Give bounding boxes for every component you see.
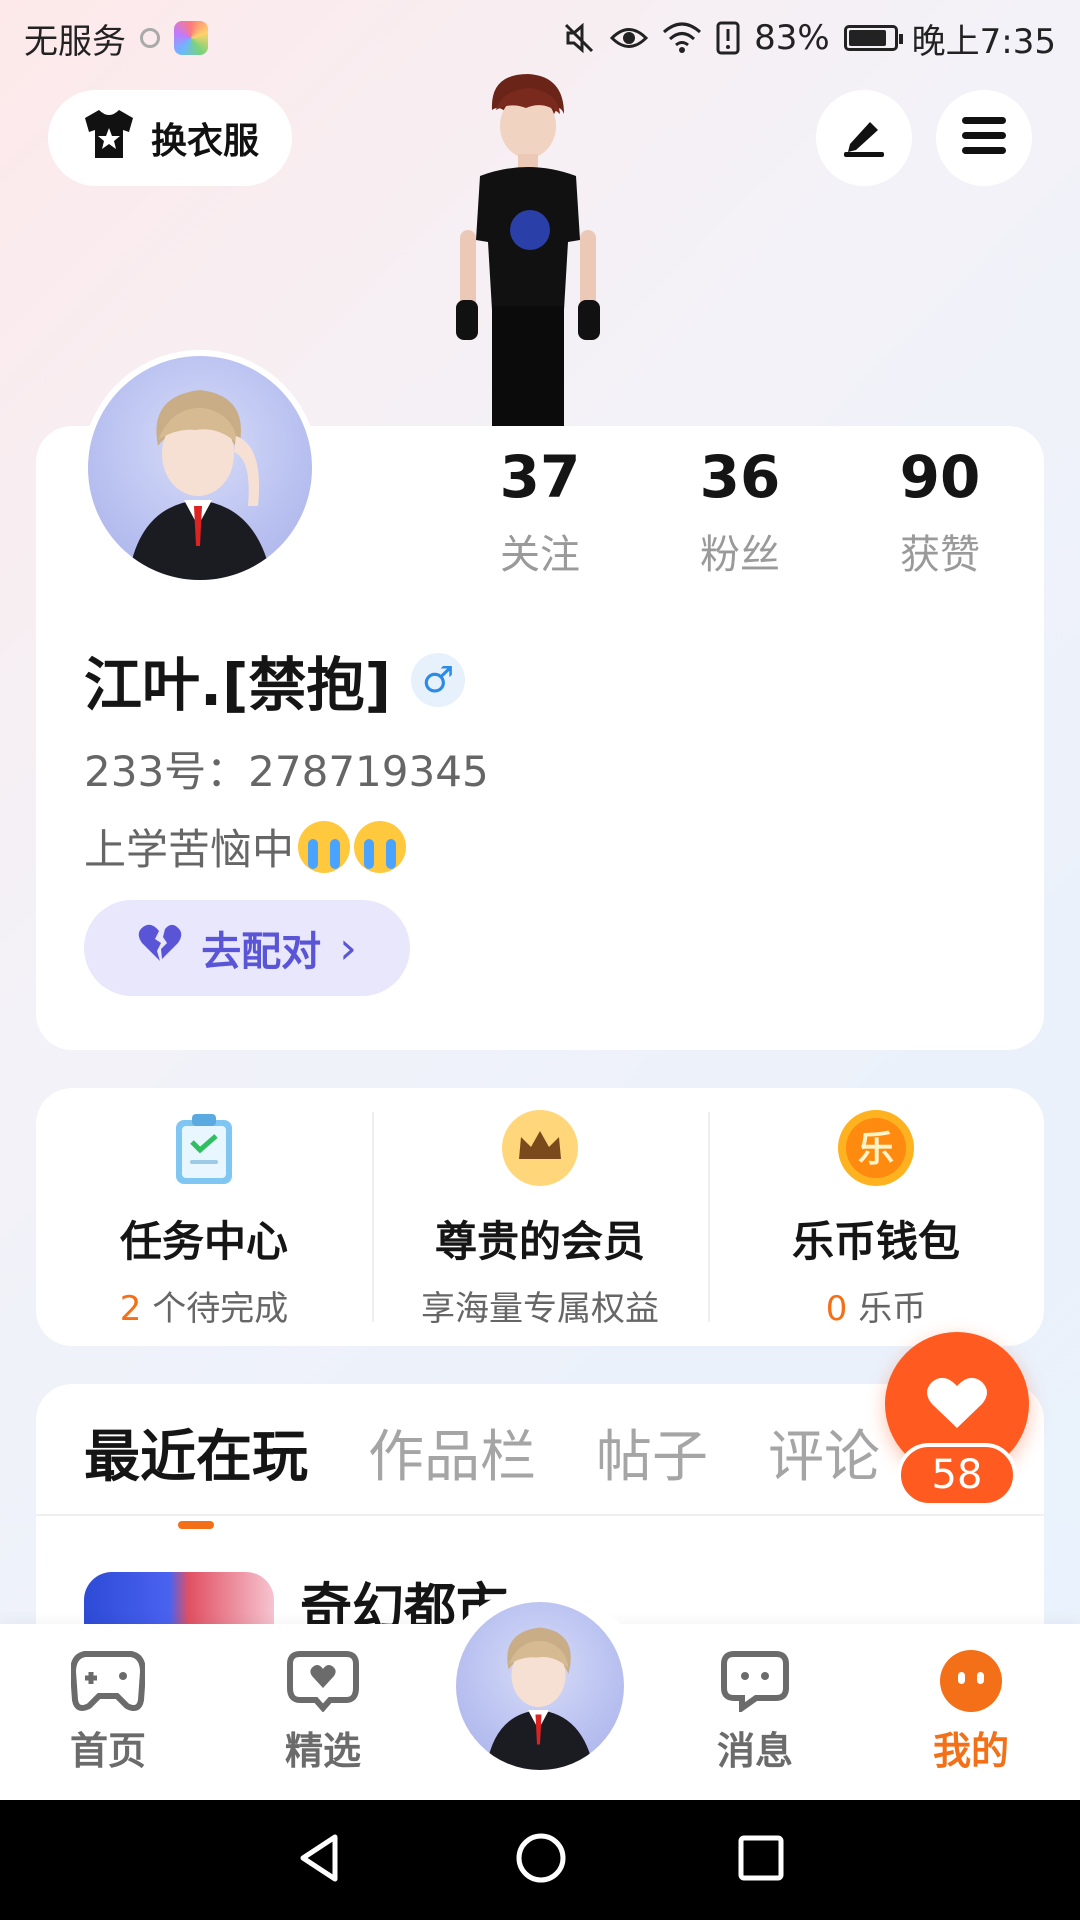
gamepad-icon (69, 1650, 147, 1716)
nav-label: 精选 (284, 1729, 361, 1773)
coin-balance: 0 (825, 1289, 848, 1329)
battery-percent: 83% (754, 18, 830, 58)
task-center-entry[interactable]: 任务中心 2 个待完成 (36, 1088, 372, 1346)
nav-center-avatar[interactable] (456, 1602, 624, 1770)
nav-label: 首页 (69, 1729, 146, 1773)
nav-label: 消息 (716, 1729, 793, 1773)
crown-icon (500, 1108, 580, 1188)
face-icon (938, 1650, 1004, 1716)
username: 江叶.[禁抱] (84, 651, 392, 719)
back-icon[interactable] (295, 1833, 345, 1887)
battery-icon (843, 25, 903, 51)
service-subtitle-text: 乐币 (847, 1289, 927, 1329)
clipboard-check-icon (164, 1108, 244, 1188)
active-tab-indicator (178, 1520, 214, 1529)
pen-icon (840, 114, 888, 162)
tab-divider (36, 1514, 1044, 1516)
stat-label: 获赞 (900, 532, 980, 578)
clock: 晚上7:35 (911, 21, 1056, 62)
eye-icon (610, 23, 649, 53)
username-row: 江叶.[禁抱] ♂ (84, 638, 466, 722)
go-match-button[interactable]: 去配对 › (84, 900, 410, 996)
avatar-3d-figure[interactable] (440, 70, 620, 426)
nav-home[interactable]: 首页 (33, 1650, 183, 1775)
service-title: 尊贵的会员 (434, 1217, 645, 1266)
heart-chat-icon (286, 1650, 360, 1716)
service-subtitle: 0 乐币 (826, 1281, 926, 1330)
chevron-right-icon: › (339, 922, 357, 974)
nav-mine[interactable]: 我的 (896, 1650, 1046, 1775)
wifi-icon (662, 22, 702, 54)
profile-avatar[interactable] (82, 350, 318, 586)
stat-label: 粉丝 (700, 532, 780, 578)
status-bar: 无服务 83% 晚上7:35 (0, 0, 1080, 76)
coin-glyph: 乐 (858, 1129, 894, 1170)
le-coin-icon: 乐 (836, 1108, 916, 1188)
location-icon (140, 28, 160, 48)
service-title: 任务中心 (119, 1217, 288, 1266)
stat-followers[interactable]: 36 粉丝 (640, 440, 840, 580)
change-outfit-button[interactable]: 换衣服 (48, 90, 292, 186)
bio-text: 上学苦恼中 (84, 825, 295, 874)
system-navigation-bar (0, 1800, 1080, 1920)
chat-bubble-icon (720, 1650, 790, 1716)
user-id[interactable]: 233号：278719345 (84, 738, 489, 799)
recents-square-icon[interactable] (737, 1834, 785, 1886)
status-left: 无服务 (24, 14, 208, 63)
pending-task-count: 2 (119, 1289, 142, 1329)
stat-value: 36 (699, 443, 781, 511)
stat-value: 90 (899, 443, 981, 511)
coin-wallet-entry[interactable]: 乐 乐币钱包 0 乐币 (708, 1088, 1044, 1346)
like-count-badge: 58 (897, 1443, 1017, 1507)
tshirt-icon (81, 108, 137, 169)
services-card: 任务中心 2 个待完成 尊贵的会员 享海量专属权益 乐 乐币钱包 0 乐币 (36, 1088, 1044, 1346)
crying-emoji-icon (298, 820, 351, 873)
stat-label: 关注 (500, 532, 580, 578)
home-circle-icon[interactable] (515, 1832, 567, 1888)
sim-alert-icon (716, 21, 740, 55)
stat-likes[interactable]: 90 获赞 (840, 440, 1040, 580)
battery-fill (848, 30, 886, 46)
edit-profile-button[interactable] (816, 90, 912, 186)
change-outfit-label: 换衣服 (150, 121, 259, 162)
carrier-text: 无服务 (24, 21, 126, 62)
tab-comments[interactable]: 评论 (768, 1412, 880, 1493)
menu-button[interactable] (936, 90, 1032, 186)
go-match-label: 去配对 (201, 929, 322, 975)
heart-icon (926, 1374, 988, 1434)
tab-works[interactable]: 作品栏 (368, 1412, 536, 1493)
nav-label: 我的 (932, 1729, 1009, 1773)
nav-messages[interactable]: 消息 (680, 1650, 830, 1775)
user-bio: 上学苦恼中 (84, 816, 407, 877)
mute-icon (562, 21, 596, 55)
male-gender-icon: ♂ (411, 653, 466, 707)
service-title: 乐币钱包 (791, 1217, 960, 1266)
menu-icon (960, 115, 1008, 161)
status-right: 83% 晚上7:35 (562, 14, 1056, 63)
service-subtitle-text: 个待完成 (141, 1289, 289, 1329)
crying-emoji-icon (354, 820, 407, 873)
broken-heart-icon (137, 923, 183, 973)
tab-recently-played[interactable]: 最近在玩 (84, 1412, 308, 1529)
tab-label: 最近在玩 (84, 1424, 308, 1490)
app-notification-icon (174, 21, 208, 55)
stat-value: 37 (499, 443, 581, 511)
nav-featured[interactable]: 精选 (248, 1650, 398, 1775)
vip-member-entry[interactable]: 尊贵的会员 享海量专属权益 (372, 1088, 708, 1346)
service-subtitle: 享海量专属权益 (421, 1289, 659, 1329)
stat-following[interactable]: 37 关注 (440, 440, 640, 580)
tab-label: 评论 (768, 1424, 880, 1490)
tab-label: 帖子 (596, 1424, 708, 1490)
tab-posts[interactable]: 帖子 (596, 1412, 708, 1493)
service-subtitle: 2 个待完成 (120, 1281, 288, 1330)
profile-stats: 37 关注 36 粉丝 90 获赞 (440, 440, 1040, 580)
tab-label: 作品栏 (368, 1424, 536, 1490)
